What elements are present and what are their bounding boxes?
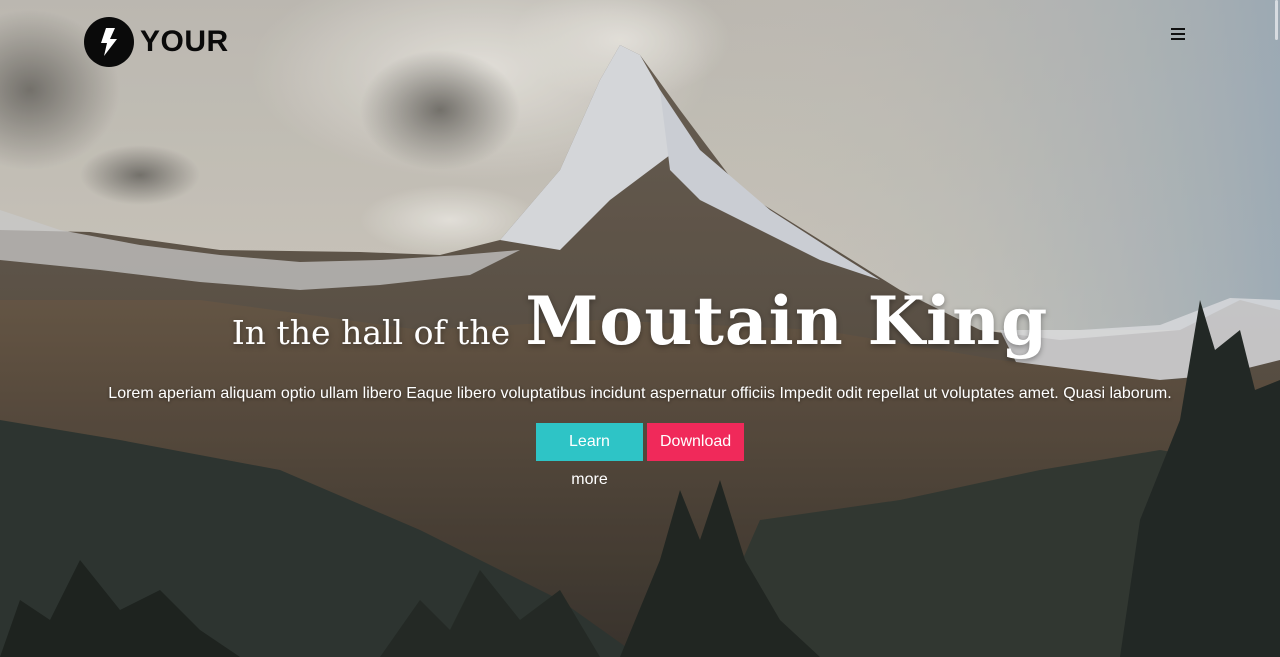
headline-prefix: In the hall of the [231, 313, 511, 352]
brand-logo[interactable]: YOUR [84, 17, 229, 67]
headline-title: Moutain King [525, 282, 1049, 360]
hero-actions: Learn more Download [0, 423, 1280, 488]
download-button[interactable]: Download [647, 423, 744, 461]
hero-headline: In the hall of the Moutain King [0, 282, 1280, 360]
hamburger-menu-icon[interactable] [1164, 22, 1192, 46]
hero-section: YOUR In the hall of the Moutain King Lor… [0, 0, 1280, 657]
lightning-bolt-icon [84, 17, 134, 67]
learn-more-button[interactable]: Learn more [536, 423, 643, 488]
hero-lead-text: Lorem aperiam aliquam optio ullam libero… [108, 385, 1172, 402]
scrollbar-thumb[interactable] [1275, 0, 1278, 40]
brand-name: YOUR [140, 25, 229, 58]
